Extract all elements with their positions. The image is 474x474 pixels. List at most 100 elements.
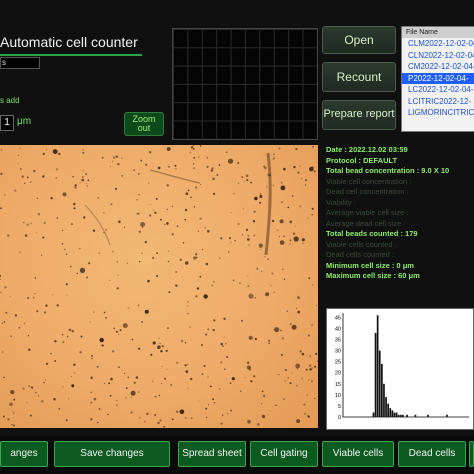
cell-particle	[32, 296, 35, 299]
cell-particle	[260, 248, 262, 251]
cell-particle	[154, 395, 157, 398]
file-list-item[interactable]: CM2022-12-02-04-	[402, 61, 474, 73]
cell-particle	[182, 242, 185, 244]
cell-particle	[241, 319, 243, 322]
cell-particle	[166, 147, 171, 151]
cell-particle	[98, 252, 101, 254]
cell-particle	[76, 272, 79, 274]
dead-cells-button[interactable]: Dead cells	[398, 441, 466, 467]
cell-particle	[299, 350, 302, 353]
cell-particle	[90, 376, 93, 379]
cell-particle	[171, 233, 174, 236]
cell-particle	[112, 160, 114, 162]
spread-sheet-button[interactable]: Spread sheet	[178, 441, 246, 467]
file-list-item[interactable]: CLN2022-12-02-04-	[402, 50, 474, 62]
cell-particle	[237, 223, 240, 225]
cell-particle	[38, 395, 40, 397]
file-list-item-selected[interactable]: P2022-12-02-04-	[402, 72, 474, 84]
cell-particle	[125, 387, 128, 389]
cell-particle	[254, 196, 258, 201]
cell-particle	[66, 335, 69, 338]
cell-particle	[103, 232, 105, 234]
extra-toolbar-button[interactable]	[469, 441, 474, 467]
cell-particle	[227, 158, 234, 164]
cell-particle	[301, 352, 305, 356]
file-list-item[interactable]: LCITRIC2022-12-	[402, 96, 474, 108]
file-list-item[interactable]: LC2022-12-02-04-	[402, 84, 474, 96]
file-list[interactable]: File Name CLM2022-12-02-04- CLN2022-12-0…	[401, 26, 474, 132]
cell-particle	[110, 203, 113, 206]
recount-button[interactable]: Recount	[322, 62, 396, 92]
cell-particle	[91, 355, 93, 357]
cell-particle	[158, 337, 160, 339]
viable-cells-button[interactable]: Viable cells	[322, 441, 394, 467]
cell-particle	[274, 327, 280, 333]
cell-particle	[12, 410, 14, 412]
cell-size-input[interactable]: 1	[0, 115, 14, 131]
cell-particle	[229, 237, 231, 240]
cell-particle	[278, 147, 281, 150]
cell-particle	[122, 323, 128, 329]
cell-particle	[296, 385, 298, 387]
cell-particle	[9, 295, 11, 297]
cell-particle	[174, 164, 177, 167]
microscope-image[interactable]	[0, 145, 318, 428]
cell-particle	[273, 291, 275, 293]
cell-particle	[287, 206, 290, 209]
cell-particle	[297, 171, 300, 174]
cell-particle	[187, 189, 190, 192]
cell-particle	[82, 149, 84, 151]
cell-particle	[138, 391, 140, 393]
cell-particle	[220, 342, 223, 346]
cell-particle	[40, 254, 43, 256]
cell-particle	[176, 410, 179, 413]
cell-particle	[185, 370, 189, 373]
cell-gating-button[interactable]: Cell gating	[250, 441, 318, 467]
cell-particle	[316, 360, 318, 362]
cell-particle	[263, 165, 266, 168]
cell-particle	[289, 220, 293, 224]
cell-particle	[82, 151, 85, 154]
cell-particle	[247, 285, 250, 288]
cell-particle	[195, 256, 198, 259]
cell-particle	[307, 334, 310, 337]
file-list-item[interactable]: CLM2022-12-02-04-	[402, 38, 474, 50]
cell-particle	[56, 304, 59, 307]
zoom-out-button[interactable]: Zoom out	[124, 112, 164, 136]
cell-particle	[116, 399, 118, 402]
cell-particle	[65, 419, 68, 422]
cell-particle	[308, 379, 310, 381]
file-list-item[interactable]: LIGMORINCITRIC	[402, 107, 474, 119]
cell-particle	[19, 147, 21, 149]
cell-particle	[89, 321, 91, 323]
cell-particle	[207, 404, 210, 406]
open-button[interactable]: Open	[322, 26, 396, 54]
discard-changes-button[interactable]: anges	[0, 441, 48, 467]
cell-particle	[190, 417, 193, 420]
cell-particle	[70, 375, 72, 378]
cell-particle	[307, 415, 309, 417]
cell-particle	[144, 309, 149, 314]
cell-particle	[61, 229, 64, 232]
cell-particle	[157, 166, 161, 170]
cell-particle	[158, 394, 161, 397]
cell-particle	[311, 367, 313, 369]
cell-particle	[259, 195, 263, 198]
cell-particle	[42, 236, 45, 239]
cell-particle	[198, 156, 200, 158]
cell-particle	[185, 192, 189, 195]
cell-particle	[30, 222, 32, 224]
protocol-field[interactable]: s	[0, 57, 40, 69]
cell-particle	[109, 394, 112, 397]
cell-particle	[252, 220, 256, 223]
cell-particle	[276, 229, 279, 232]
save-changes-button[interactable]: Save changes	[54, 441, 170, 467]
prepare-report-button[interactable]: Prepare report	[322, 100, 396, 130]
cell-particle	[270, 285, 272, 287]
cell-particle	[286, 310, 289, 312]
cell-particle	[61, 243, 64, 245]
histogram-canvas: 0 5 10 15 20 25 30 35 40 45	[335, 313, 469, 421]
results-panel: Date : 2022.12.02 03:59 Protocol : DEFAU…	[326, 145, 474, 305]
cell-particle	[192, 148, 195, 150]
cell-particle	[297, 310, 301, 314]
